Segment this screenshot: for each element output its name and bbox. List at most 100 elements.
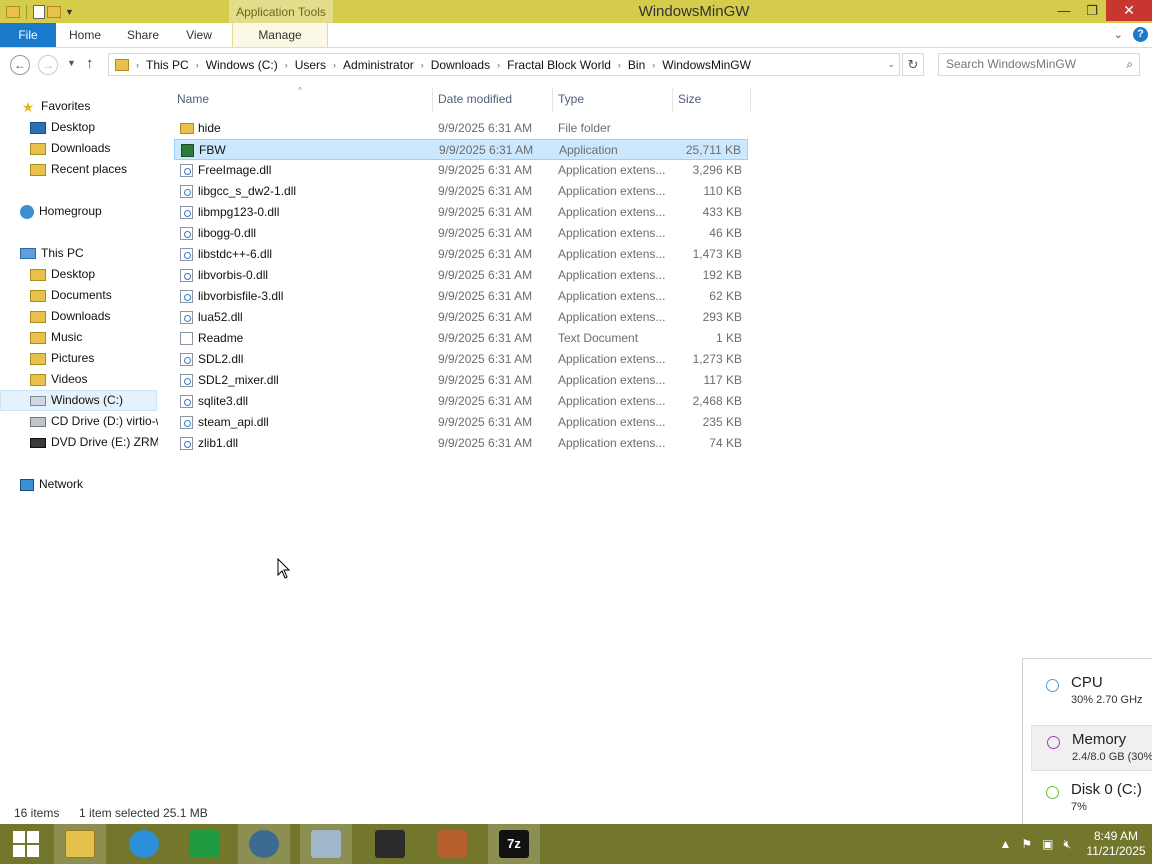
taskbar-task-manager[interactable] bbox=[300, 824, 352, 864]
network-tray-icon[interactable]: ▣ bbox=[1042, 837, 1053, 851]
nav-desktop[interactable]: Desktop bbox=[30, 117, 95, 138]
recent-locations-dropdown[interactable]: ▼ bbox=[67, 58, 76, 68]
chevron-right-icon[interactable]: › bbox=[649, 60, 658, 70]
selection-info: 1 item selected 25.1 MB bbox=[79, 806, 208, 820]
close-button[interactable]: ✕ bbox=[1106, 0, 1152, 21]
table-row[interactable]: hide 9/9/2025 6:31 AM File folder bbox=[174, 118, 748, 139]
table-row[interactable]: Readme 9/9/2025 6:31 AM Text Document 1 KB bbox=[174, 328, 748, 349]
nav-pc-desktop[interactable]: Desktop bbox=[30, 264, 95, 285]
file-size: 1,273 KB bbox=[692, 352, 742, 366]
new-folder-icon[interactable] bbox=[47, 5, 61, 18]
nav-documents[interactable]: Documents bbox=[30, 285, 112, 306]
forward-button[interactable]: → bbox=[38, 55, 58, 75]
column-header-type[interactable]: Type bbox=[558, 88, 584, 111]
nav-pictures[interactable]: Pictures bbox=[30, 348, 94, 369]
network-icon bbox=[20, 478, 34, 491]
chevron-right-icon[interactable]: › bbox=[133, 60, 142, 70]
folder-icon bbox=[115, 58, 129, 71]
expand-ribbon-icon[interactable]: ⌄ bbox=[1114, 28, 1123, 41]
address-dropdown-icon[interactable]: ⌄ bbox=[887, 59, 895, 70]
tab-manage[interactable]: Manage bbox=[232, 23, 328, 47]
breadcrumb-bin[interactable]: Bin bbox=[624, 58, 649, 72]
table-row[interactable]: libvorbisfile-3.dll 9/9/2025 6:31 AM Appli… bbox=[174, 286, 748, 307]
file-name: libogg-0.dll bbox=[198, 226, 257, 240]
nav-drive-d[interactable]: CD Drive (D:) virtio-w bbox=[30, 411, 158, 432]
table-row[interactable]: FreeImage.dll 9/9/2025 6:31 AM Application… bbox=[174, 160, 748, 181]
perf-disk[interactable]: Disk 0 (C:) 7% bbox=[1031, 776, 1152, 822]
table-row[interactable]: libstdc++-6.dll 9/9/2025 6:31 AM Applicati… bbox=[174, 244, 748, 265]
tab-share[interactable]: Share bbox=[120, 23, 166, 47]
table-row[interactable]: steam_api.dll 9/9/2025 6:31 AM Application… bbox=[174, 412, 748, 433]
column-header-size[interactable]: Size bbox=[678, 88, 701, 111]
nav-downloads[interactable]: Downloads bbox=[30, 138, 110, 159]
nav-homegroup[interactable]: Homegroup bbox=[20, 201, 102, 222]
chevron-right-icon[interactable]: › bbox=[193, 60, 202, 70]
nav-network[interactable]: Network bbox=[20, 474, 83, 495]
perf-cpu[interactable]: CPU 30% 2.70 GHz bbox=[1031, 669, 1152, 715]
search-input[interactable]: Search WindowsMinGW ⌕ bbox=[938, 53, 1140, 76]
taskbar-store[interactable] bbox=[178, 824, 230, 864]
nav-music[interactable]: Music bbox=[30, 327, 82, 348]
minimize-button[interactable]: — bbox=[1050, 0, 1078, 21]
table-row[interactable]: lua52.dll 9/9/2025 6:31 AM Application ext… bbox=[174, 307, 748, 328]
action-center-flag-icon[interactable]: ⚑ bbox=[1021, 837, 1032, 851]
clock[interactable]: 8:49 AM 11/21/2025 bbox=[1080, 829, 1152, 859]
nav-drive-c[interactable]: Windows (C:) bbox=[0, 390, 157, 411]
breadcrumb-fractal-block-world[interactable]: Fractal Block World bbox=[503, 58, 615, 72]
store-icon bbox=[189, 830, 219, 858]
table-row[interactable]: libgcc_s_dw2-1.dll 9/9/2025 6:31 AM Applic… bbox=[174, 181, 748, 202]
table-row[interactable]: sqlite3.dll 9/9/2025 6:31 AM Application e… bbox=[174, 391, 748, 412]
chevron-right-icon[interactable]: › bbox=[418, 60, 427, 70]
properties-icon[interactable] bbox=[33, 4, 45, 19]
breadcrumb-downloads[interactable]: Downloads bbox=[427, 58, 494, 72]
nav-pc-downloads[interactable]: Downloads bbox=[30, 306, 110, 327]
start-button[interactable] bbox=[0, 824, 52, 864]
refresh-button[interactable]: ↻ bbox=[902, 53, 924, 76]
address-bar[interactable]: › This PC › Windows (C:) › Users › Admin… bbox=[108, 53, 900, 76]
table-row[interactable]: zlib1.dll 9/9/2025 6:31 AM Application ext… bbox=[174, 433, 748, 454]
nav-recent-places[interactable]: Recent places bbox=[30, 159, 127, 180]
search-icon[interactable]: ⌕ bbox=[1126, 54, 1133, 75]
taskbar-app-globe[interactable] bbox=[238, 824, 290, 864]
taskbar-file-explorer[interactable] bbox=[54, 824, 106, 864]
table-row[interactable]: SDL2_mixer.dll 9/9/2025 6:31 AM Applicatio… bbox=[174, 370, 748, 391]
breadcrumb-administrator[interactable]: Administrator bbox=[339, 58, 418, 72]
file-size: 2,468 KB bbox=[692, 394, 742, 408]
maximize-button[interactable]: ❐ bbox=[1078, 0, 1106, 21]
table-row[interactable]: libmpg123-0.dll 9/9/2025 6:31 AM Applicati… bbox=[174, 202, 748, 223]
table-row[interactable]: SDL2.dll 9/9/2025 6:31 AM Application exte… bbox=[174, 349, 748, 370]
nav-this-pc[interactable]: This PC bbox=[20, 243, 84, 264]
breadcrumb-this-pc[interactable]: This PC bbox=[142, 58, 193, 72]
nav-drive-e[interactable]: DVD Drive (E:) ZRMP bbox=[30, 432, 158, 453]
back-button[interactable]: ← bbox=[10, 55, 30, 75]
volume-muted-icon[interactable]: 🔇︎ bbox=[1063, 837, 1071, 852]
taskbar-internet-explorer[interactable] bbox=[118, 824, 170, 864]
taskbar-app-tools[interactable] bbox=[426, 824, 478, 864]
dll-file-icon bbox=[180, 416, 193, 429]
column-header-name[interactable]: Name bbox=[177, 88, 209, 111]
up-button[interactable]: ↑ bbox=[86, 55, 94, 72]
chevron-right-icon[interactable]: › bbox=[494, 60, 503, 70]
taskbar-7zip[interactable]: 7z bbox=[488, 824, 540, 864]
chevron-right-icon[interactable]: › bbox=[615, 60, 624, 70]
tab-view[interactable]: View bbox=[178, 23, 220, 47]
cd-drive-icon bbox=[30, 416, 46, 427]
nav-videos[interactable]: Videos bbox=[30, 369, 87, 390]
customize-toolbar-dropdown[interactable]: ▼ bbox=[65, 7, 74, 17]
taskbar-unity[interactable] bbox=[364, 824, 416, 864]
table-row[interactable]: libvorbis-0.dll 9/9/2025 6:31 AM Applicati… bbox=[174, 265, 748, 286]
breadcrumb-users[interactable]: Users bbox=[291, 58, 330, 72]
table-row[interactable]: FBW 9/9/2025 6:31 AM Application 25,711 KB bbox=[174, 139, 748, 160]
breadcrumb-windowsmingw[interactable]: WindowsMinGW bbox=[658, 58, 755, 72]
table-row[interactable]: libogg-0.dll 9/9/2025 6:31 AM Application … bbox=[174, 223, 748, 244]
breadcrumb-windows-c[interactable]: Windows (C:) bbox=[202, 58, 282, 72]
tab-home[interactable]: Home bbox=[62, 23, 108, 47]
show-hidden-icons-icon[interactable]: ▲ bbox=[999, 837, 1011, 851]
nav-favorites[interactable]: ★ Favorites bbox=[20, 96, 91, 117]
help-icon[interactable]: ? bbox=[1133, 27, 1148, 42]
chevron-right-icon[interactable]: › bbox=[330, 60, 339, 70]
column-header-date[interactable]: Date modified bbox=[438, 88, 512, 111]
perf-memory[interactable]: Memory 2.4/8.0 GB (30%) bbox=[1031, 725, 1152, 771]
chevron-right-icon[interactable]: › bbox=[282, 60, 291, 70]
tab-file[interactable]: File bbox=[0, 23, 56, 47]
